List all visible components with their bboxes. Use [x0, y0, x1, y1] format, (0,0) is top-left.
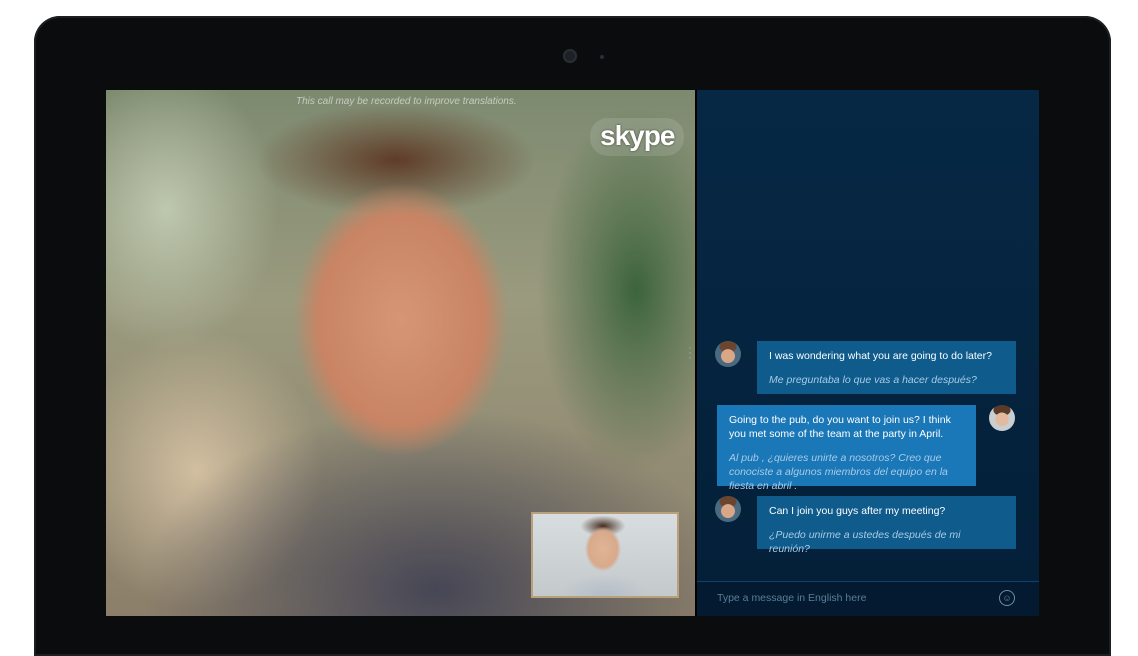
contact-avatar: [715, 496, 741, 522]
panel-resize-handle[interactable]: · · ·: [688, 341, 692, 363]
self-view-video[interactable]: [531, 512, 679, 598]
message-original-text: I was wondering what you are going to do…: [769, 350, 992, 362]
skype-logo: skype: [590, 118, 685, 156]
message-original-text: Can I join you guys after my meeting?: [769, 505, 946, 517]
message-translation-text: Al pub , ¿quieres unirte a nosotros? Cre…: [729, 452, 948, 492]
message-input[interactable]: Type a message in English here: [717, 592, 866, 604]
translation-chat-panel: I was wondering what you are going to do…: [697, 90, 1039, 616]
message-bubble-outgoing: Going to the pub, do you want to join us…: [717, 405, 976, 492]
front-camera: [563, 49, 577, 63]
contact-avatar: [715, 341, 741, 367]
message-composer[interactable]: Type a message in English here ☺: [697, 581, 1039, 616]
message-bubble-incoming: I was wondering what you are going to do…: [757, 341, 1016, 394]
remote-video-feed[interactable]: This call may be recorded to improve tra…: [106, 90, 695, 616]
camera-sensor: [600, 55, 604, 59]
app-screen: This call may be recorded to improve tra…: [106, 90, 1039, 616]
message-translation-text: ¿Puedo unirme a ustedes después de mi re…: [769, 529, 961, 555]
message-bubble-incoming: Can I join you guys after my meeting? ¿P…: [757, 496, 1016, 555]
recording-disclaimer: This call may be recorded to improve tra…: [296, 96, 517, 107]
message-original-text: Going to the pub, do you want to join us…: [729, 414, 951, 440]
self-avatar: [989, 405, 1015, 431]
smiley-icon[interactable]: ☺: [999, 590, 1015, 606]
message-translation-text: Me preguntaba lo que vas a hacer después…: [769, 374, 977, 386]
